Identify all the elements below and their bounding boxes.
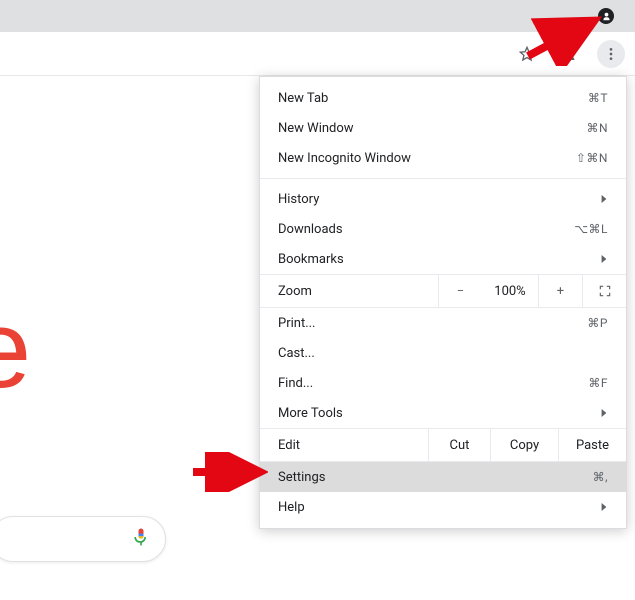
menu-accelerator: ⌘F — [588, 376, 608, 390]
menu-label: Bookmarks — [278, 252, 592, 267]
annotation-arrow-to-more-menu — [523, 16, 603, 66]
menu-accelerator: ⌘P — [587, 316, 608, 330]
zoom-out-button[interactable]: − — [438, 275, 482, 307]
menu-label: New Tab — [278, 91, 588, 106]
menu-item-cast[interactable]: Cast... — [260, 338, 626, 368]
edit-cut-button[interactable]: Cut — [428, 429, 490, 461]
menu-label: Edit — [260, 438, 428, 453]
chevron-right-icon — [600, 406, 608, 421]
menu-item-history[interactable]: History — [260, 184, 626, 214]
menu-item-settings[interactable]: Settings ⌘, — [260, 462, 626, 492]
menu-accelerator: ⌥⌘L — [574, 222, 608, 236]
menu-item-help[interactable]: Help — [260, 492, 626, 522]
menu-accelerator: ⌘, — [593, 470, 608, 484]
google-logo-fragment: e — [0, 286, 50, 406]
chevron-right-icon — [600, 500, 608, 515]
menu-item-more-tools[interactable]: More Tools — [260, 398, 626, 428]
menu-label: Settings — [278, 470, 593, 485]
menu-label: Find... — [278, 376, 588, 391]
menu-separator — [260, 178, 626, 179]
menu-label: Print... — [278, 316, 587, 331]
annotation-arrow-to-settings — [188, 452, 268, 492]
menu-item-downloads[interactable]: Downloads ⌥⌘L — [260, 214, 626, 244]
microphone-icon[interactable] — [131, 527, 151, 551]
menu-label: More Tools — [278, 406, 592, 421]
chevron-right-icon — [600, 252, 608, 267]
menu-item-new-incognito[interactable]: New Incognito Window ⇧⌘N — [260, 143, 626, 173]
menu-label: Help — [278, 500, 592, 515]
menu-edit-row: Edit Cut Copy Paste — [260, 428, 626, 462]
menu-zoom-row: Zoom − 100% + — [260, 274, 626, 308]
chrome-main-menu: New Tab ⌘T New Window ⌘N New Incognito W… — [259, 76, 627, 529]
menu-label: New Incognito Window — [278, 151, 576, 166]
search-box[interactable] — [0, 516, 166, 562]
menu-label: History — [278, 192, 592, 207]
menu-label: Downloads — [278, 222, 574, 237]
edit-paste-button[interactable]: Paste — [558, 429, 626, 461]
menu-item-new-tab[interactable]: New Tab ⌘T — [260, 83, 626, 113]
edit-copy-button[interactable]: Copy — [490, 429, 558, 461]
menu-accelerator: ⌘T — [588, 91, 608, 105]
menu-label: Cast... — [278, 346, 608, 361]
menu-label: Zoom — [260, 284, 438, 299]
menu-item-print[interactable]: Print... ⌘P — [260, 308, 626, 338]
menu-item-bookmarks[interactable]: Bookmarks — [260, 244, 626, 274]
menu-item-new-window[interactable]: New Window ⌘N — [260, 113, 626, 143]
menu-item-find[interactable]: Find... ⌘F — [260, 368, 626, 398]
menu-label: New Window — [278, 121, 586, 136]
zoom-in-button[interactable]: + — [538, 275, 582, 307]
zoom-value: 100% — [482, 284, 538, 299]
menu-accelerator: ⌘N — [586, 121, 608, 135]
fullscreen-button[interactable] — [582, 275, 626, 307]
menu-accelerator: ⇧⌘N — [576, 151, 608, 165]
chevron-right-icon — [600, 192, 608, 207]
